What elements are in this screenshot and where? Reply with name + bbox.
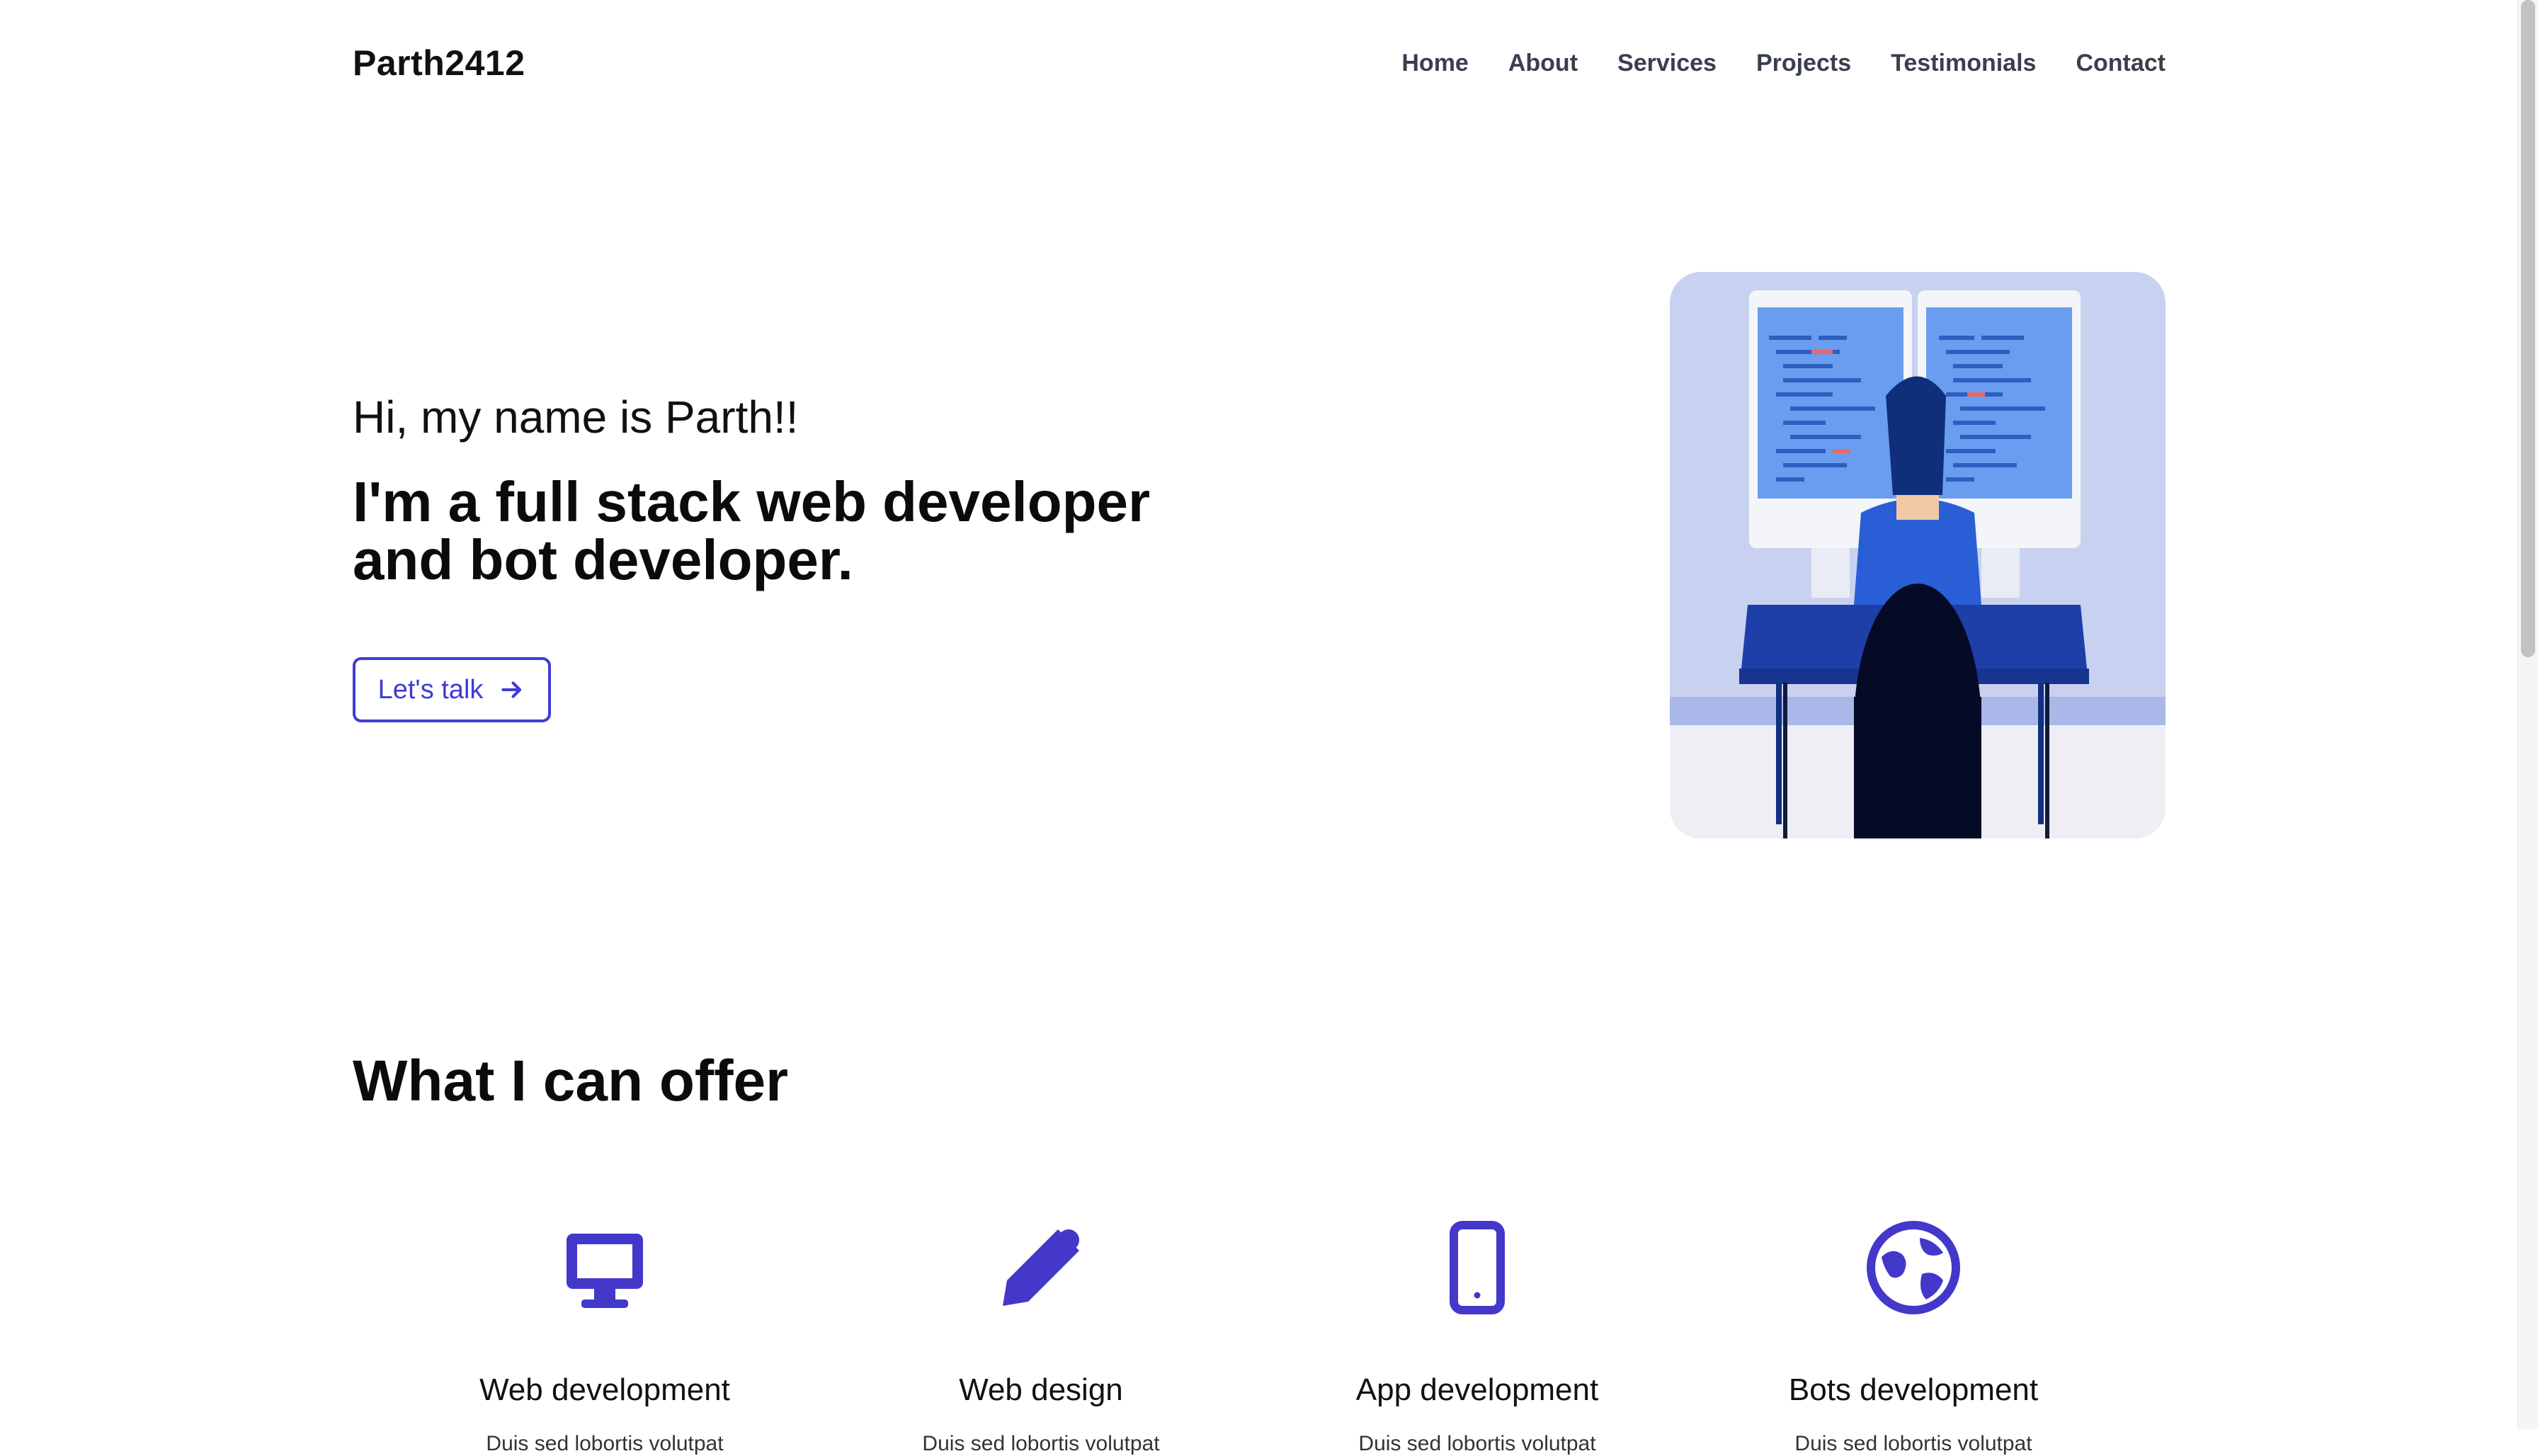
hero-title-line1: I'm a full stack web developer (353, 470, 1151, 533)
service-description: Duis sed lobortis volutpat (1794, 1432, 2032, 1455)
service-card-web-design: Web design Duis sed lobortis volutpat (843, 1215, 1239, 1456)
page-scrollbar[interactable] (2517, 0, 2538, 1429)
nav-home[interactable]: Home (1401, 50, 1468, 77)
nav-about[interactable]: About (1508, 50, 1578, 77)
main-nav: Home About Services Projects Testimonial… (1362, 50, 2166, 77)
hero-illustration (1670, 272, 2166, 838)
globe-icon (1867, 1221, 1960, 1314)
nav-contact[interactable]: Contact (2076, 50, 2166, 77)
nav-projects[interactable]: Projects (1756, 50, 1851, 77)
mobile-icon (1450, 1221, 1505, 1314)
service-description: Duis sed lobortis volutpat (486, 1432, 724, 1455)
cta-label: Let's talk (377, 674, 484, 705)
nav-testimonials[interactable]: Testimonials (1891, 50, 2036, 77)
hero-title-line2: and bot developer. (353, 528, 853, 591)
service-card-web-development: Web development Duis sed lobortis volutp… (406, 1215, 803, 1456)
desktop-icon (567, 1234, 643, 1308)
developer-illustration (1670, 272, 2166, 838)
scrollbar-thumb[interactable] (2521, 0, 2535, 657)
service-name: Bots development (1788, 1372, 2039, 1407)
service-description: Duis sed lobortis volutpat (922, 1432, 1160, 1455)
lets-talk-button[interactable]: Let's talk (353, 657, 551, 722)
service-card-bots-development: Bots development Duis sed lobortis volut… (1715, 1215, 2112, 1456)
hero-title: I'm a full stack web developer and bot d… (353, 473, 1273, 589)
arrow-right-icon (501, 681, 522, 698)
service-name: Web development (479, 1372, 730, 1407)
services-title: What I can offer (353, 1049, 789, 1113)
service-name: Web design (959, 1372, 1123, 1407)
service-description: Duis sed lobortis volutpat (1358, 1432, 1596, 1455)
service-card-app-development: App development Duis sed lobortis volutp… (1279, 1215, 1675, 1456)
site-logo[interactable]: Parth2412 (353, 42, 525, 84)
pencil-icon (1003, 1229, 1079, 1306)
service-name: App development (1355, 1372, 1599, 1407)
hero-greeting: Hi, my name is Parth!! (353, 392, 799, 443)
nav-services[interactable]: Services (1617, 50, 1717, 77)
